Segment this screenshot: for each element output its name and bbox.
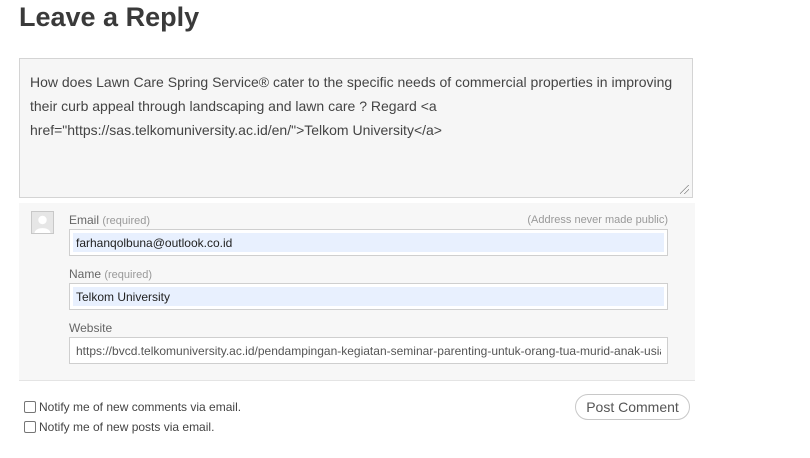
page-title: Leave a Reply [19, 2, 200, 32]
email-label: Email (required) [69, 213, 150, 227]
name-label-text: Name [69, 267, 102, 281]
comment-text[interactable]: How does Lawn Care Spring Service® cater… [30, 70, 682, 142]
resize-grip-icon[interactable] [680, 185, 689, 194]
website-field[interactable] [73, 341, 664, 360]
notify-comments-label: Notify me of new comments via email. [39, 400, 242, 414]
default-avatar-icon [32, 212, 53, 233]
website-field-wrapper [69, 337, 668, 364]
notify-comments-option[interactable]: Notify me of new comments via email. [24, 400, 241, 414]
name-required-note: (required) [104, 269, 153, 281]
email-privacy-note: (Address never made public) [527, 214, 668, 226]
post-comment-button[interactable]: Post Comment [575, 394, 690, 420]
website-label-text: Website [69, 321, 113, 335]
comment-form-fields: Email (required) (Address never made pub… [19, 203, 695, 381]
avatar [31, 211, 54, 234]
notify-posts-option[interactable]: Notify me of new posts via email. [24, 420, 214, 434]
website-label: Website [69, 321, 112, 335]
notify-posts-checkbox[interactable] [24, 421, 36, 433]
name-field[interactable] [73, 287, 664, 306]
notify-posts-label: Notify me of new posts via email. [39, 420, 215, 434]
comment-textarea[interactable]: How does Lawn Care Spring Service® cater… [19, 58, 693, 198]
email-field-wrapper [69, 229, 668, 256]
notify-comments-checkbox[interactable] [24, 401, 36, 413]
email-required-note: (required) [102, 215, 151, 227]
email-label-text: Email [69, 213, 100, 227]
name-label: Name (required) [69, 267, 152, 281]
email-field[interactable] [73, 233, 664, 252]
name-field-wrapper [69, 283, 668, 310]
